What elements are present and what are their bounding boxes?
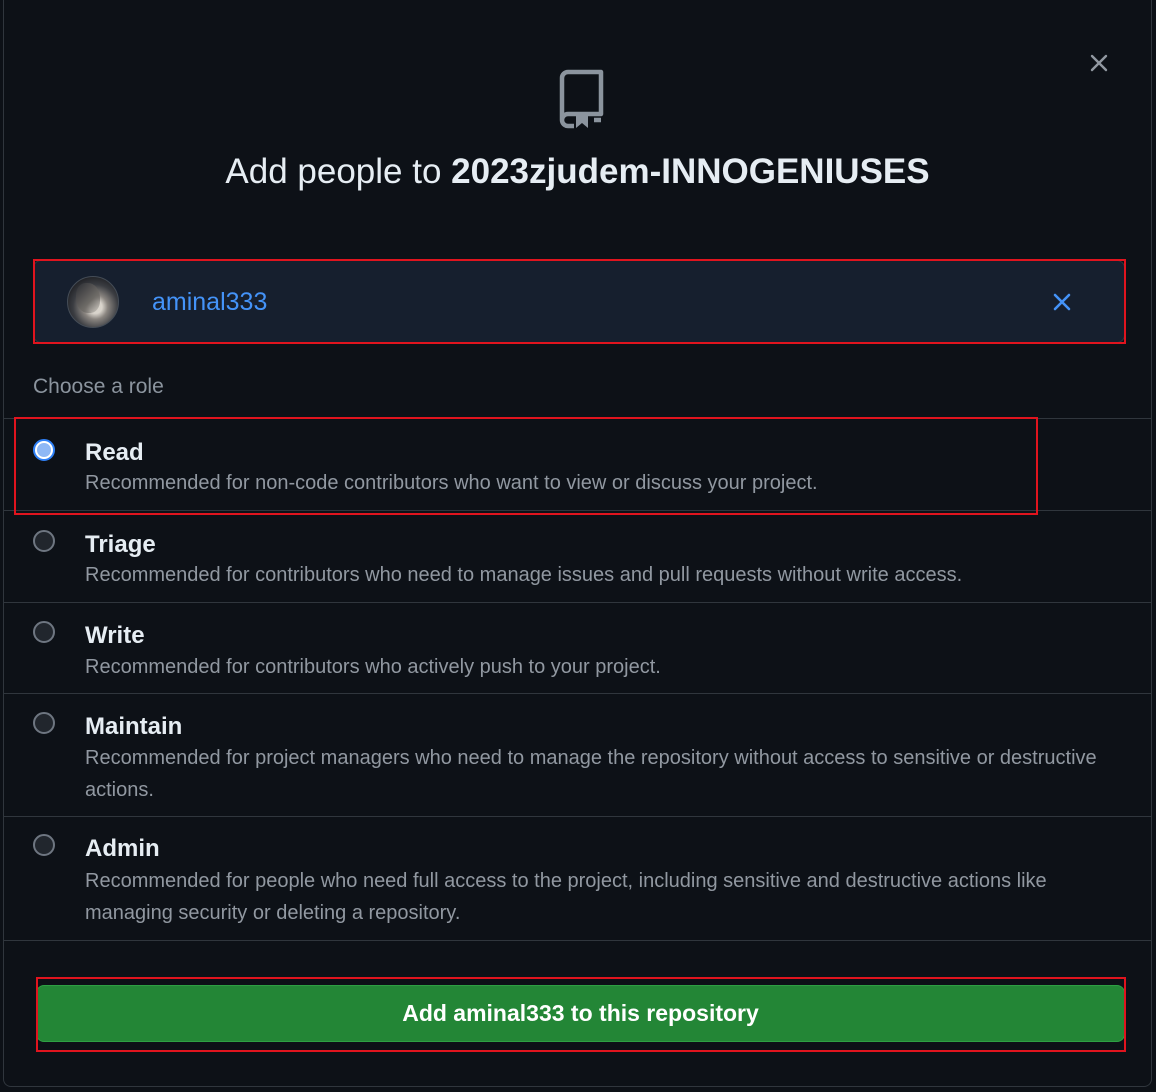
- close-icon: [1053, 293, 1071, 311]
- avatar: [67, 276, 119, 328]
- close-dialog-button[interactable]: [1082, 46, 1116, 80]
- role-option-admin[interactable]: Admin Recommended for people who need fu…: [3, 816, 1152, 941]
- role-option-write[interactable]: Write Recommended for contributors who a…: [3, 602, 1152, 693]
- radio-maintain[interactable]: [33, 712, 55, 734]
- title-prefix: Add people to: [225, 152, 452, 191]
- role-name: Write: [85, 622, 145, 649]
- dialog-title: Add people to 2023zjudem-INNOGENIUSES: [4, 152, 1151, 192]
- selected-user-chip: aminal333: [33, 260, 1125, 343]
- role-name: Read: [85, 439, 144, 466]
- role-option-triage[interactable]: Triage Recommended for contributors who …: [3, 510, 1152, 602]
- repo-name: 2023zjudem-INNOGENIUSES: [451, 152, 930, 191]
- role-name: Triage: [85, 531, 156, 558]
- role-name: Admin: [85, 835, 160, 862]
- radio-read[interactable]: [33, 439, 55, 461]
- selected-username[interactable]: aminal333: [152, 288, 267, 317]
- radio-triage[interactable]: [33, 530, 55, 552]
- role-description: Recommended for non-code contributors wh…: [85, 472, 818, 494]
- radio-admin[interactable]: [33, 834, 55, 856]
- role-option-maintain[interactable]: Maintain Recommended for project manager…: [3, 693, 1152, 816]
- remove-user-button[interactable]: [1046, 286, 1078, 318]
- role-description: Recommended for project managers who nee…: [85, 747, 1097, 801]
- close-icon: [1090, 54, 1108, 72]
- choose-role-label: Choose a role: [33, 375, 164, 398]
- role-name: Maintain: [85, 713, 183, 740]
- role-description: Recommended for people who need full acc…: [85, 870, 1047, 924]
- add-to-repository-button[interactable]: Add aminal333 to this repository: [36, 985, 1125, 1042]
- role-description: Recommended for contributors who activel…: [85, 656, 661, 678]
- repo-icon: [559, 69, 604, 129]
- role-description: Recommended for contributors who need to…: [85, 564, 963, 586]
- radio-write[interactable]: [33, 621, 55, 643]
- role-option-read[interactable]: Read Recommended for non-code contributo…: [3, 418, 1152, 510]
